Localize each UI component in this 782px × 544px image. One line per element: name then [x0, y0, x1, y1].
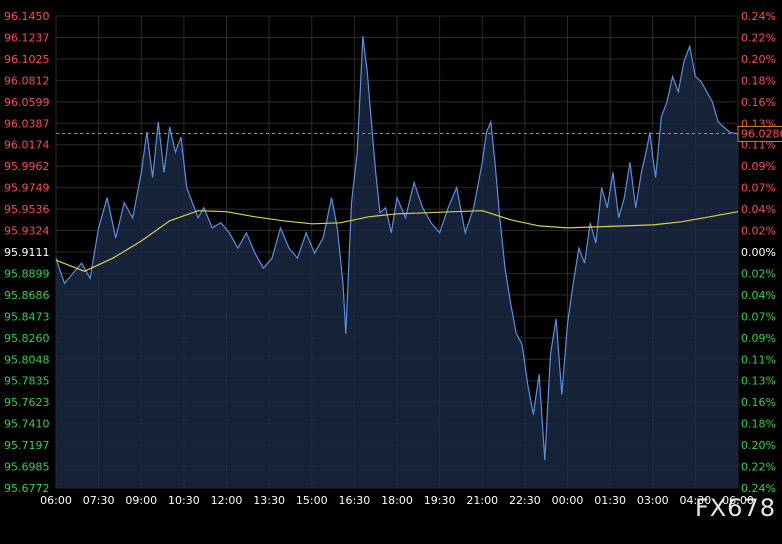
current-price-tag: 96.0286 — [737, 125, 782, 142]
y-right-tick-label: 0.09% — [741, 160, 776, 173]
x-tick-label: 09:00 — [125, 494, 157, 507]
y-left-tick-label: 95.9749 — [4, 182, 50, 195]
y-left-tick-label: 95.7410 — [4, 418, 50, 431]
y-axis-right-labels: 0.24% 0.22% 0.20% 0.18% 0.16% 0.13% 0.11% 0.09%… — [741, 10, 776, 495]
y-right-tick-label: 0.07% — [741, 182, 776, 195]
y-right-tick-label: 0.22% — [741, 31, 776, 44]
y-left-tick-label: 95.8899 — [4, 267, 50, 280]
y-left-tick-label: 96.0387 — [4, 117, 50, 130]
x-tick-label: 01:30 — [594, 494, 626, 507]
x-tick-label: 22:30 — [509, 494, 541, 507]
x-axis-labels: 06:00 07:30 09:00 10:30 12:00 13:30 15:00 16:30… — [40, 494, 754, 507]
y-right-tick-label: 0.24% — [741, 10, 776, 23]
y-left-tick-label: 95.9962 — [4, 160, 50, 173]
y-left-tick-label: 95.8473 — [4, 310, 50, 323]
y-right-tick-label: 0.20% — [741, 439, 776, 452]
x-tick-label: 18:00 — [381, 494, 413, 507]
y-left-tick-label: 95.8260 — [4, 332, 50, 345]
y-right-tick-label: 0.04% — [741, 203, 776, 216]
y-right-tick-label: 0.22% — [741, 461, 776, 474]
x-tick-label: 07:30 — [83, 494, 115, 507]
y-right-tick-label: 0.13% — [741, 375, 776, 388]
y-left-tick-label: 95.9536 — [4, 203, 50, 216]
y-right-tick-label: 0.02% — [741, 267, 776, 280]
y-right-tick-label: 0.04% — [741, 289, 776, 302]
price-chart: 96.1450 96.1237 96.1025 96.0812 96.0599 96.03… — [4, 10, 782, 507]
x-tick-label: 03:00 — [637, 494, 669, 507]
y-left-tick-label: 96.1237 — [4, 31, 50, 44]
y-left-tick-label: 95.7835 — [4, 375, 50, 388]
y-right-tick-label: 0.11% — [741, 353, 776, 366]
x-tick-label: 13:30 — [253, 494, 285, 507]
y-right-tick-label: 0.16% — [741, 396, 776, 409]
y-left-tick-label: 96.1450 — [4, 10, 50, 23]
y-right-tick-label: 0.00% — [741, 246, 776, 259]
x-tick-label: 21:00 — [466, 494, 498, 507]
y-left-tick-label: 96.1025 — [4, 53, 50, 66]
y-left-tick-label: 95.8686 — [4, 289, 50, 302]
y-right-tick-label: 0.09% — [741, 332, 776, 345]
fx678-logo: FX678 — [694, 494, 776, 522]
x-tick-label: 15:00 — [296, 494, 328, 507]
y-axis-left-labels: 96.1450 96.1237 96.1025 96.0812 96.0599 96.03… — [4, 10, 50, 495]
y-left-tick-label: 95.8048 — [4, 353, 50, 366]
y-left-tick-label: 95.9324 — [4, 225, 50, 238]
x-tick-label: 00:00 — [552, 494, 584, 507]
y-right-tick-label: 0.02% — [741, 225, 776, 238]
y-left-tick-label: 95.7197 — [4, 439, 50, 452]
y-left-tick-label: 95.6985 — [4, 461, 50, 474]
x-tick-label: 19:30 — [424, 494, 456, 507]
y-right-tick-label: 0.18% — [741, 74, 776, 87]
x-tick-label: 06:00 — [40, 494, 72, 507]
current-price-tag-label: 96.0286 — [741, 127, 782, 140]
y-left-tick-label: 96.0812 — [4, 74, 50, 87]
y-left-tick-label: 95.7623 — [4, 396, 50, 409]
y-right-tick-label: 0.18% — [741, 418, 776, 431]
y-left-tick-label: 96.0174 — [4, 139, 50, 152]
y-right-tick-label: 0.07% — [741, 310, 776, 323]
x-tick-label: 10:30 — [168, 494, 200, 507]
y-right-tick-label: 0.20% — [741, 53, 776, 66]
x-tick-label: 12:00 — [211, 494, 243, 507]
x-tick-label: 16:30 — [339, 494, 371, 507]
y-left-tick-label: 95.9111 — [4, 246, 50, 259]
y-right-tick-label: 0.16% — [741, 96, 776, 109]
y-left-tick-label: 96.0599 — [4, 96, 50, 109]
